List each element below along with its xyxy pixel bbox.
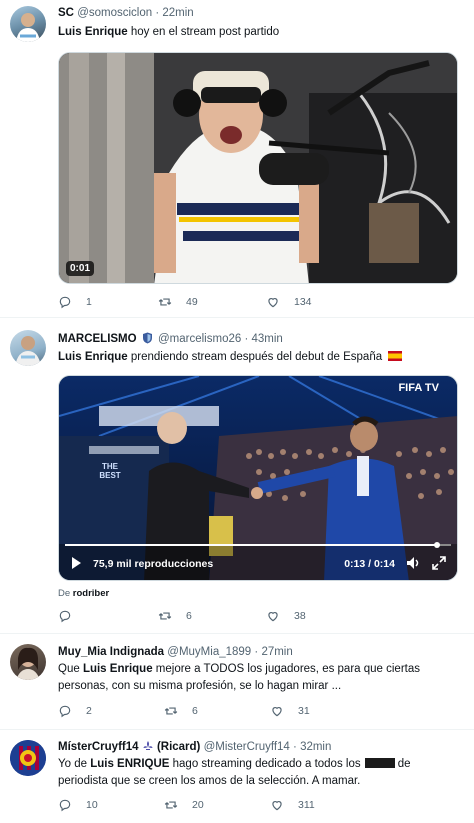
reply-button[interactable]: 10 — [58, 798, 98, 812]
retweet-icon — [158, 612, 172, 620]
reply-icon — [59, 610, 71, 623]
tweet-actions: 1 49 134 — [58, 295, 378, 313]
reply-button[interactable]: 2 — [58, 704, 92, 718]
retweet-button[interactable]: 6 — [158, 609, 192, 623]
tweet-text: Que Luis Enrique mejore a TODOS los juga… — [58, 663, 420, 692]
avatar[interactable] — [10, 6, 46, 42]
tweet-1[interactable]: SC @somosciclon · 22min Luis Enrique hoy… — [0, 0, 474, 318]
like-count: 38 — [294, 610, 306, 622]
retweet-count: 49 — [186, 296, 198, 308]
tweet-header: SC @somosciclon · 22min — [58, 7, 194, 19]
tweet-header: Muy_Mia Indignada @MuyMia_1899 · 27min — [58, 646, 293, 658]
like-button[interactable]: 38 — [266, 609, 306, 623]
handle[interactable]: @marcelismo26 — [158, 333, 241, 345]
tweet-actions: 6 38 — [58, 609, 378, 627]
avatar-image — [15, 336, 41, 366]
retweet-count: 20 — [192, 799, 204, 811]
like-icon — [268, 298, 278, 308]
tweet-3[interactable]: Muy_Mia Indignada @MuyMia_1899 · 27min Q… — [0, 634, 474, 730]
tweet-text: Luis Enrique prendiendo stream después d… — [58, 349, 403, 366]
avatar[interactable] — [10, 330, 46, 366]
video-brand: FIFA TV — [398, 382, 439, 394]
mention-text: Luis Enrique — [58, 351, 128, 363]
like-count: 134 — [294, 296, 312, 308]
timestamp[interactable]: 22min — [162, 7, 193, 19]
retweet-icon — [164, 801, 178, 809]
avatar[interactable] — [10, 644, 46, 680]
video-player[interactable]: FIFA TV THE BEST 75,9 mil reproducciones… — [58, 375, 458, 581]
video-time-badge: 0:01 — [66, 261, 95, 276]
retweet-button[interactable]: 6 — [164, 704, 198, 718]
avatar-image — [10, 740, 46, 776]
handle[interactable]: @somosciclon — [77, 7, 152, 19]
timestamp[interactable]: 27min — [261, 646, 292, 658]
display-name[interactable]: Muy_Mia Indignada — [58, 646, 164, 658]
timestamp[interactable]: 43min — [252, 333, 283, 345]
tweet-4[interactable]: MísterCruyff14 (Ricard) @MisterCruyff14 … — [0, 730, 474, 823]
like-icon — [272, 707, 282, 717]
fleur-icon — [143, 741, 153, 750]
reply-count: 1 — [86, 296, 92, 308]
mention-text: Luis Enrique — [58, 26, 128, 38]
like-button[interactable]: 134 — [266, 295, 312, 309]
play-icon — [72, 557, 81, 569]
attribution-user[interactable]: rodriber — [73, 588, 109, 599]
play-button[interactable] — [69, 556, 83, 570]
reply-icon — [59, 296, 71, 309]
retweet-count: 6 — [192, 705, 198, 717]
mention-text: Luis Enrique — [82, 663, 153, 675]
display-name-suffix: (Ricard) — [156, 741, 201, 753]
like-count: 311 — [298, 799, 315, 811]
volume-button[interactable] — [405, 555, 421, 571]
avatar[interactable] — [10, 740, 46, 776]
display-name[interactable]: MísterCruyff14 — [58, 741, 139, 753]
like-icon — [268, 612, 278, 622]
display-name[interactable]: MARCELISMO — [58, 333, 137, 345]
tweet-header: MísterCruyff14 (Ricard) @MisterCruyff14 … — [58, 741, 332, 753]
handle[interactable]: @MisterCruyff14 — [204, 741, 290, 753]
spain-flag-icon — [388, 351, 403, 361]
retweet-icon — [158, 298, 172, 306]
video-player[interactable]: 0:01 — [58, 52, 458, 284]
video-time: 0:13 / 0:14 — [344, 558, 395, 570]
like-button[interactable]: 311 — [270, 798, 315, 812]
retweet-icon — [164, 707, 178, 715]
like-icon — [272, 801, 282, 811]
tweet-text: Luis Enrique hoy en el stream post parti… — [58, 26, 280, 38]
reply-icon — [59, 799, 71, 812]
tweet-actions: 2 6 31 — [58, 704, 378, 722]
reply-count: 2 — [86, 705, 92, 717]
like-count: 31 — [298, 705, 310, 717]
tweet-2[interactable]: MARCELISMO @marcelismo26 · 43min Luis En… — [0, 318, 474, 634]
reply-button[interactable] — [58, 609, 86, 623]
mention-text: Luis ENRIQUE — [90, 758, 170, 770]
display-name[interactable]: SC — [58, 7, 74, 19]
fullscreen-icon — [432, 556, 446, 570]
avatar-image — [16, 647, 40, 680]
reply-icon — [59, 705, 71, 718]
like-button[interactable]: 31 — [270, 704, 310, 718]
verified-shield-icon — [142, 332, 152, 344]
volume-icon — [407, 557, 419, 569]
retweet-button[interactable]: 20 — [164, 798, 204, 812]
timestamp[interactable]: 32min — [300, 741, 331, 753]
retweet-button[interactable]: 49 — [158, 295, 198, 309]
fullscreen-button[interactable] — [431, 555, 447, 571]
redacted-word — [364, 758, 395, 768]
tweet-header: MARCELISMO @marcelismo26 · 43min — [58, 332, 283, 345]
reply-count: 10 — [86, 799, 98, 811]
retweet-count: 6 — [186, 610, 192, 622]
avatar-image — [16, 13, 40, 42]
handle[interactable]: @MuyMia_1899 — [167, 646, 251, 658]
tweet-actions: 10 20 311 — [58, 798, 378, 816]
tweet-text: Yo de Luis ENRIQUE hago streaming dedica… — [58, 758, 411, 787]
video-frame — [59, 53, 457, 283]
stage-banner: THE BEST — [99, 462, 121, 480]
video-attribution: De rodriber — [58, 588, 110, 599]
view-count: 75,9 mil reproducciones — [93, 558, 214, 570]
reply-button[interactable]: 1 — [58, 295, 92, 309]
